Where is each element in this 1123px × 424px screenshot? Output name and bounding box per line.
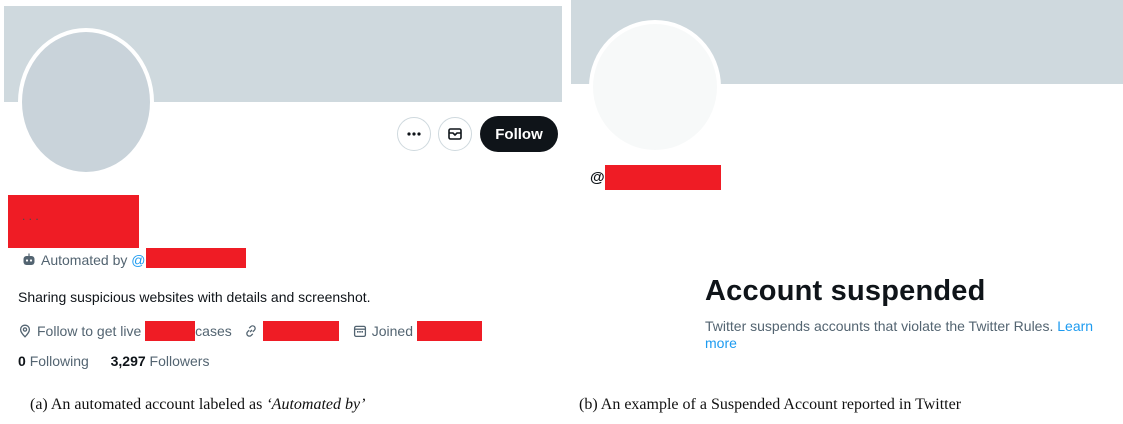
- profile-panel-automated: Follow . . . Automated by @ Sharing susp…: [0, 0, 562, 372]
- redacted-website-link[interactable]: [262, 321, 339, 341]
- caption-a-italic: ‘Automated by’: [266, 396, 366, 413]
- link-icon: [244, 324, 258, 338]
- location-suffix: cases: [195, 323, 232, 339]
- avatar[interactable]: [18, 28, 154, 176]
- location-icon: [18, 324, 32, 338]
- bot-icon: [23, 253, 35, 265]
- following-count: 0: [18, 353, 26, 369]
- suspended-description-text: Twitter suspends accounts that violate t…: [705, 318, 1054, 334]
- handle-at-sign: @: [590, 169, 605, 186]
- message-button[interactable]: [438, 117, 472, 151]
- following-link[interactable]: 0 Following: [18, 353, 93, 369]
- more-icon: [407, 132, 421, 136]
- follow-stats: 0 Following 3,297 Followers: [18, 353, 209, 369]
- profile-panel-suspended: @ Account suspended Twitter suspends acc…: [571, 0, 1123, 372]
- redacted-join-date: [416, 321, 482, 341]
- calendar-icon: [353, 324, 367, 338]
- following-label: Following: [29, 353, 89, 369]
- followers-label: Followers: [149, 353, 210, 369]
- redacted-handle: [145, 248, 246, 268]
- followers-count: 3,297: [110, 353, 146, 369]
- profile-bio: Sharing suspicious websites with details…: [18, 289, 371, 305]
- followers-link[interactable]: 3,297 Followers: [111, 353, 210, 369]
- redacted-handle: [604, 165, 721, 190]
- more-button[interactable]: [397, 117, 431, 151]
- suspended-description: Twitter suspends accounts that violate t…: [705, 318, 1105, 352]
- follow-button[interactable]: Follow: [480, 116, 558, 152]
- automated-label: Automated by @: [22, 248, 246, 268]
- caption-a: (a) An automated account labeled as ‘Aut…: [30, 396, 365, 414]
- mail-icon: [448, 128, 462, 140]
- profile-handle: @: [590, 165, 721, 190]
- suspended-title: Account suspended: [705, 275, 986, 307]
- automated-text: Automated by: [41, 252, 128, 268]
- caption-a-text: (a) An automated account labeled as: [30, 396, 267, 413]
- redaction-residue: . . .: [22, 209, 39, 223]
- joined-label: Joined: [371, 323, 414, 339]
- profile-meta: Follow to get live cases Joined: [18, 321, 482, 341]
- automated-by-handle[interactable]: @: [131, 252, 145, 268]
- avatar: [589, 20, 721, 154]
- caption-b: (b) An example of a Suspended Account re…: [579, 396, 962, 413]
- redacted-location: [145, 321, 196, 341]
- location-prefix: Follow to get live: [37, 323, 142, 339]
